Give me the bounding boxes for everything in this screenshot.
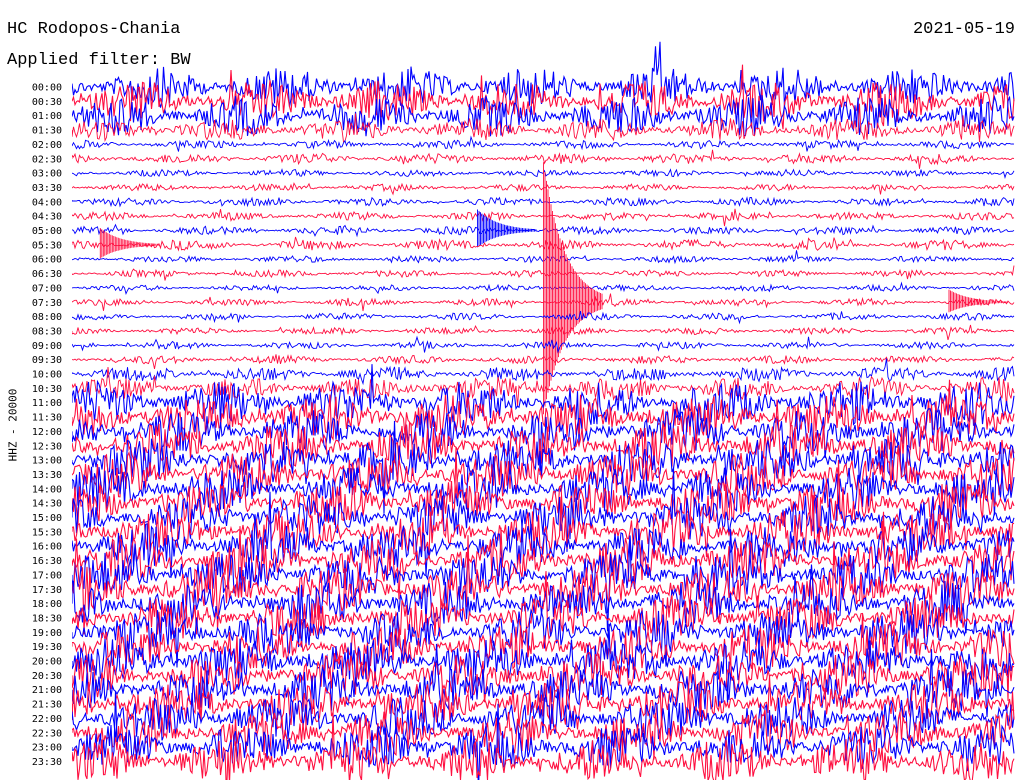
time-tick-label: 20:30: [32, 671, 62, 682]
time-tick-label: 19:00: [32, 628, 62, 639]
time-tick-label: 02:00: [32, 140, 62, 151]
time-tick-label: 18:30: [32, 613, 62, 624]
seismic-trace-0230: [72, 149, 1015, 169]
time-tick-label: 21:00: [32, 685, 62, 696]
seismic-trace-0430: [72, 208, 1015, 227]
seismic-trace-0300: [72, 168, 1015, 179]
time-tick-label: 00:00: [32, 83, 62, 94]
seismic-trace-0330: [72, 182, 1015, 196]
seismic-trace-0830: [72, 324, 1015, 341]
seismic-trace-0930: [72, 354, 1015, 369]
time-tick-label: 03:30: [32, 183, 62, 194]
time-tick-label: 06:30: [32, 269, 62, 280]
time-tick-label: 18:00: [32, 599, 62, 610]
time-tick-label: 15:30: [32, 527, 62, 538]
time-tick-label: 16:00: [32, 542, 62, 553]
time-tick-label: 09:00: [32, 341, 62, 352]
time-tick-label: 13:00: [32, 456, 62, 467]
time-tick-label: 19:30: [32, 642, 62, 653]
seismogram-plot: 00:00 00:30 01:00 01:30 02:00 02:30 03:00 03:30…: [32, 41, 1015, 780]
time-tick-label: 09:30: [32, 355, 62, 366]
time-tick-label: 07:00: [32, 283, 62, 294]
time-tick-label: 17:30: [32, 585, 62, 596]
time-tick-label: 22:30: [32, 728, 62, 739]
time-tick-label: 04:00: [32, 197, 62, 208]
seismic-trace-0600: [72, 250, 1015, 265]
seismic-trace-0630: [72, 265, 1015, 281]
time-tick-label: 22:00: [32, 714, 62, 725]
time-tick-label: 23:30: [32, 757, 62, 768]
time-tick-label: 08:30: [32, 326, 62, 337]
time-tick-label: 17:00: [32, 570, 62, 581]
time-tick-label: 14:30: [32, 499, 62, 510]
time-tick-label: 23:00: [32, 743, 62, 754]
trace-group: [72, 41, 1015, 780]
time-tick-label: 21:30: [32, 700, 62, 711]
time-tick-label: 07:30: [32, 298, 62, 309]
seismic-trace-0530: [72, 228, 1015, 259]
record-date: 2021-05-19: [912, 20, 1015, 39]
time-tick-label: 05:30: [32, 240, 62, 251]
seismic-trace-1000: [72, 358, 1015, 386]
time-tick-label: 20:00: [32, 657, 62, 668]
station-title: HC Rodopos-Chania: [7, 20, 181, 39]
time-tick-label: 08:00: [32, 312, 62, 323]
seismic-trace-0200: [72, 135, 1015, 152]
seismic-trace-0400: [72, 196, 1015, 208]
time-tick-label: 15:00: [32, 513, 62, 524]
seismic-trace-0700: [72, 281, 1015, 296]
time-tick-label: 13:30: [32, 470, 62, 481]
channel-label: HHZ - 20000: [6, 388, 20, 462]
filter-label: Applied filter: BW: [7, 51, 191, 70]
time-tick-label: 14:00: [32, 484, 62, 495]
time-tick-label: 11:00: [32, 398, 62, 409]
time-tick-label: 01:30: [32, 126, 62, 137]
time-tick-label: 12:00: [32, 427, 62, 438]
time-tick-label: 16:30: [32, 556, 62, 567]
time-tick-label: 10:00: [32, 370, 62, 381]
time-tick-label: 02:30: [32, 154, 62, 165]
time-tick-label: 00:30: [32, 97, 62, 108]
time-tick-label: 03:00: [32, 169, 62, 180]
time-tick-label: 05:00: [32, 226, 62, 237]
time-tick-label: 04:30: [32, 212, 62, 223]
time-tick-label: 10:30: [32, 384, 62, 395]
seismic-trace-0800: [72, 311, 1015, 325]
time-tick-label: 12:30: [32, 441, 62, 452]
seismic-trace-0900: [72, 335, 1015, 354]
time-tick-label: 11:30: [32, 413, 62, 424]
time-tick-labels: 00:00 00:30 01:00 01:30 02:00 02:30 03:00 03:30…: [32, 83, 62, 768]
time-tick-label: 06:00: [32, 255, 62, 266]
time-tick-label: 01:00: [32, 111, 62, 122]
